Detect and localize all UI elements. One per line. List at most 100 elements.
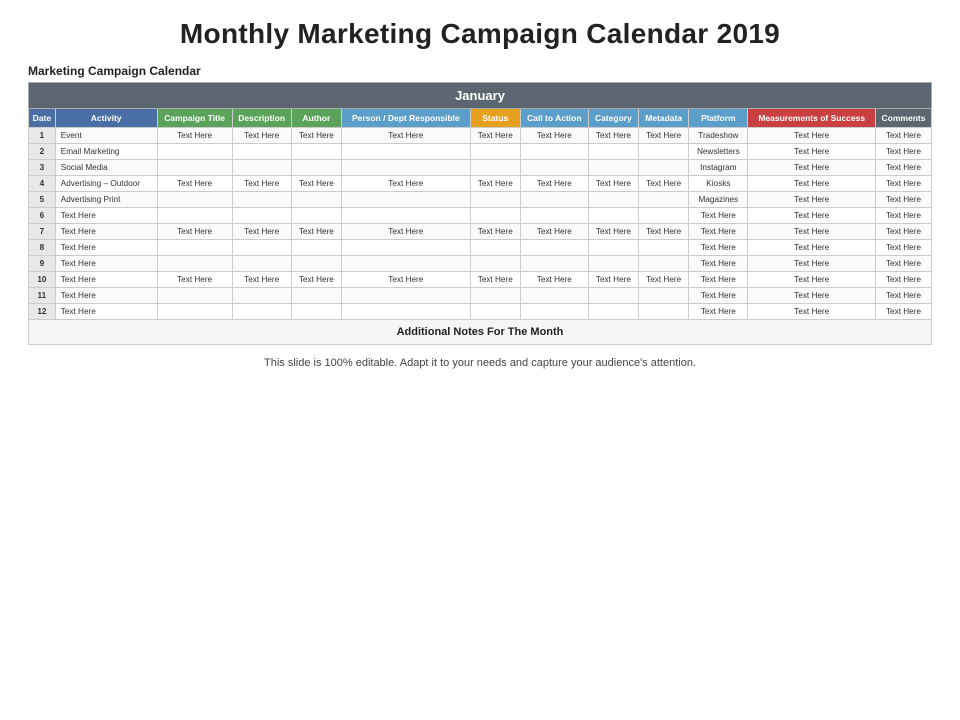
cell-activity: Text Here — [55, 304, 157, 320]
section-label: Marketing Campaign Calendar — [28, 64, 932, 78]
cell-person: Text Here — [341, 176, 470, 192]
cell-activity: Event — [55, 128, 157, 144]
cell-date: 5 — [29, 192, 56, 208]
cell-activity: Text Here — [55, 272, 157, 288]
cell-description: Text Here — [232, 176, 291, 192]
col-header-description: Description — [232, 109, 291, 128]
col-header-category: Category — [588, 109, 638, 128]
cell-metadata — [639, 240, 689, 256]
month-header-row: January — [29, 83, 932, 109]
main-title: Monthly Marketing Campaign Calendar 2019 — [28, 18, 932, 50]
cell-comments: Text Here — [876, 304, 932, 320]
cell-measurement: Text Here — [748, 272, 876, 288]
data-body: 1EventText HereText HereText HereText He… — [29, 128, 932, 320]
cell-platform: Text Here — [689, 256, 748, 272]
cell-platform: Tradeshow — [689, 128, 748, 144]
cell-category — [588, 192, 638, 208]
cell-author — [291, 304, 341, 320]
cell-measurement: Text Here — [748, 160, 876, 176]
table-row: 5Advertising PrintMagazinesText HereText… — [29, 192, 932, 208]
cell-description — [232, 192, 291, 208]
cell-comments: Text Here — [876, 208, 932, 224]
cell-date: 11 — [29, 288, 56, 304]
cell-campaign_title — [157, 288, 232, 304]
cell-measurement: Text Here — [748, 240, 876, 256]
cell-metadata: Text Here — [639, 272, 689, 288]
cell-measurement: Text Here — [748, 176, 876, 192]
cell-author — [291, 160, 341, 176]
cell-comments: Text Here — [876, 224, 932, 240]
cell-date: 12 — [29, 304, 56, 320]
cell-category — [588, 208, 638, 224]
cell-person: Text Here — [341, 272, 470, 288]
cell-description — [232, 240, 291, 256]
col-header-status: Status — [470, 109, 520, 128]
cell-description — [232, 144, 291, 160]
cell-comments: Text Here — [876, 160, 932, 176]
cell-activity: Advertising Print — [55, 192, 157, 208]
cell-description: Text Here — [232, 224, 291, 240]
cell-description — [232, 304, 291, 320]
cell-status — [470, 208, 520, 224]
cell-campaign_title — [157, 160, 232, 176]
cell-activity: Social Media — [55, 160, 157, 176]
cell-date: 10 — [29, 272, 56, 288]
cell-date: 4 — [29, 176, 56, 192]
cell-platform: Text Here — [689, 272, 748, 288]
cell-category — [588, 288, 638, 304]
cell-campaign_title: Text Here — [157, 176, 232, 192]
cell-metadata — [639, 256, 689, 272]
cell-metadata — [639, 160, 689, 176]
cell-activity: Text Here — [55, 240, 157, 256]
cell-platform: Magazines — [689, 192, 748, 208]
cell-cta: Text Here — [520, 224, 588, 240]
cell-description — [232, 208, 291, 224]
cell-person — [341, 256, 470, 272]
col-header-activity: Activity — [55, 109, 157, 128]
cell-author — [291, 288, 341, 304]
cell-description: Text Here — [232, 272, 291, 288]
cell-measurement: Text Here — [748, 208, 876, 224]
cell-activity: Text Here — [55, 256, 157, 272]
cell-comments: Text Here — [876, 144, 932, 160]
cell-measurement: Text Here — [748, 144, 876, 160]
table-row: 2Email MarketingNewslettersText HereText… — [29, 144, 932, 160]
cell-comments: Text Here — [876, 176, 932, 192]
cell-campaign_title: Text Here — [157, 224, 232, 240]
cell-person — [341, 160, 470, 176]
col-header-author: Author — [291, 109, 341, 128]
cell-status: Text Here — [470, 224, 520, 240]
col-header-comments: Comments — [876, 109, 932, 128]
col-header-cta: Call to Action — [520, 109, 588, 128]
cell-activity: Email Marketing — [55, 144, 157, 160]
cell-date: 6 — [29, 208, 56, 224]
cell-author: Text Here — [291, 224, 341, 240]
table-row: 11Text HereText HereText HereText Here — [29, 288, 932, 304]
cell-cta — [520, 304, 588, 320]
cell-status: Text Here — [470, 176, 520, 192]
cell-cta: Text Here — [520, 272, 588, 288]
cell-campaign_title — [157, 144, 232, 160]
cell-metadata: Text Here — [639, 224, 689, 240]
cell-person — [341, 288, 470, 304]
table-row: 10Text HereText HereText HereText HereTe… — [29, 272, 932, 288]
column-headers-row: DateActivityCampaign TitleDescriptionAut… — [29, 109, 932, 128]
col-header-campaign_title: Campaign Title — [157, 109, 232, 128]
cell-person — [341, 144, 470, 160]
cell-platform: Kiosks — [689, 176, 748, 192]
cell-status — [470, 288, 520, 304]
cell-measurement: Text Here — [748, 224, 876, 240]
cell-platform: Text Here — [689, 304, 748, 320]
cell-author: Text Here — [291, 272, 341, 288]
cell-person — [341, 304, 470, 320]
cell-activity: Advertising – Outdoor — [55, 176, 157, 192]
cell-campaign_title — [157, 192, 232, 208]
cell-activity: Text Here — [55, 288, 157, 304]
cell-person: Text Here — [341, 224, 470, 240]
cell-category: Text Here — [588, 128, 638, 144]
col-header-metadata: Metadata — [639, 109, 689, 128]
cell-category — [588, 304, 638, 320]
cell-metadata — [639, 192, 689, 208]
cell-status — [470, 256, 520, 272]
cell-platform: Text Here — [689, 240, 748, 256]
